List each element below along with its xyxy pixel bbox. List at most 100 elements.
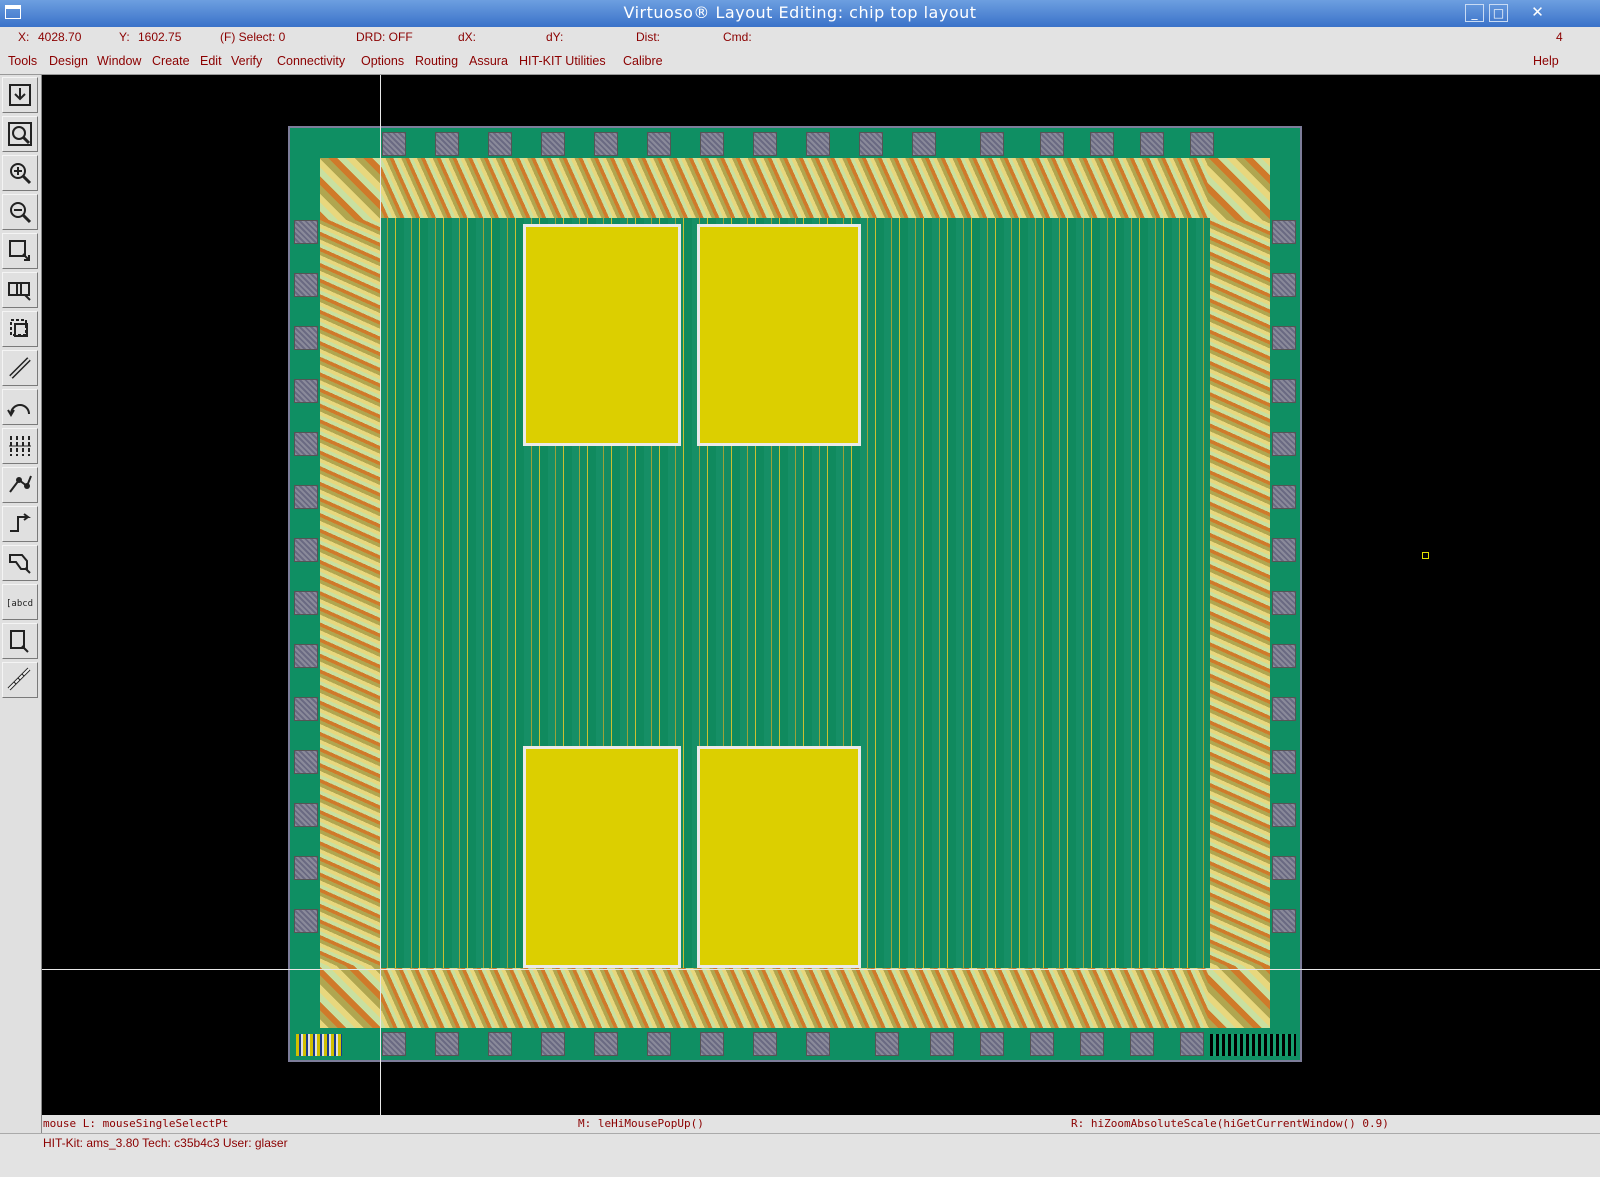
- bond-pad: [930, 1032, 954, 1056]
- window-number: 4: [1556, 30, 1563, 44]
- cursor-crosshair-vertical: [380, 75, 381, 1139]
- bond-pad: [1272, 697, 1296, 721]
- instance-icon[interactable]: [2, 623, 38, 659]
- properties-icon[interactable]: [2, 467, 38, 503]
- info-bar: HIT-Kit: ams_3.80 Tech: c35b4c3 User: gl…: [0, 1133, 1600, 1177]
- memory-macro[interactable]: [523, 746, 681, 968]
- bond-pad: [294, 485, 318, 509]
- menu-help[interactable]: Help: [1533, 54, 1559, 68]
- chip-logo: [296, 1034, 342, 1056]
- corner-structure: [1210, 1034, 1296, 1056]
- copy-icon[interactable]: [2, 272, 38, 308]
- bond-pad: [1272, 591, 1296, 615]
- bond-pad: [753, 132, 777, 156]
- menu-design[interactable]: Design: [49, 54, 88, 68]
- bond-pad: [1272, 750, 1296, 774]
- label-tool-text: [abcd]: [7, 599, 33, 609]
- x-label: X:: [18, 30, 30, 44]
- bond-pad: [1272, 644, 1296, 668]
- bond-pad: [647, 1032, 671, 1056]
- bond-pad: [806, 1032, 830, 1056]
- polygon-icon[interactable]: [2, 545, 38, 581]
- bond-pad: [294, 326, 318, 350]
- memory-macro[interactable]: [697, 746, 861, 968]
- bond-pad: [1272, 803, 1296, 827]
- select-count: (F) Select: 0: [220, 30, 286, 44]
- chip-layout[interactable]: [288, 126, 1302, 1062]
- bond-pad: [541, 1032, 565, 1056]
- bond-pad: [1040, 132, 1064, 156]
- minimize-icon[interactable]: _: [1465, 4, 1484, 22]
- menu-connectivity[interactable]: Connectivity: [277, 54, 345, 68]
- bond-pad: [647, 132, 671, 156]
- bond-pad: [1130, 1032, 1154, 1056]
- bond-pad: [1272, 220, 1296, 244]
- bond-pad: [294, 273, 318, 297]
- bond-pad: [1180, 1032, 1204, 1056]
- mouse-right-binding: R: hiZoomAbsoluteScale(hiGetCurrentWindo…: [1071, 1117, 1389, 1130]
- stretch-icon[interactable]: [2, 233, 38, 269]
- cursor-crosshair-horizontal: [42, 969, 1600, 970]
- coordinate-status-bar: X: 4028.70 Y: 1602.75 (F) Select: 0 DRD:…: [0, 27, 1600, 49]
- cmd-readout: Cmd:: [723, 30, 752, 44]
- bond-pad: [1272, 432, 1296, 456]
- bond-pad: [980, 1032, 1004, 1056]
- bond-pad: [1272, 909, 1296, 933]
- menu-calibre[interactable]: Calibre: [623, 54, 663, 68]
- bond-pad: [294, 432, 318, 456]
- bond-pad: [294, 697, 318, 721]
- zoom-in-icon[interactable]: [2, 155, 38, 191]
- bond-pad: [1140, 132, 1164, 156]
- y-value: 1602.75: [138, 30, 182, 44]
- bond-pad: [294, 803, 318, 827]
- bond-pad: [294, 644, 318, 668]
- menu-routing[interactable]: Routing: [415, 54, 458, 68]
- title-bar: Virtuoso® Layout Editing: chip top layou…: [0, 0, 1600, 27]
- bond-pad: [294, 538, 318, 562]
- bond-pad: [488, 1032, 512, 1056]
- bond-pad: [700, 132, 724, 156]
- label-icon[interactable]: [abcd]: [2, 584, 38, 620]
- bond-pad: [806, 132, 830, 156]
- zoom-out-icon[interactable]: [2, 194, 38, 230]
- bond-pad: [700, 1032, 724, 1056]
- left-toolbar: [abcd]: [0, 75, 42, 1139]
- menu-verify[interactable]: Verify: [231, 54, 262, 68]
- hit-kit-info: HIT-Kit: ams_3.80 Tech: c35b4c3 User: gl…: [43, 1136, 288, 1150]
- ruler-icon[interactable]: [2, 662, 38, 698]
- bond-pad: [1090, 132, 1114, 156]
- bond-pad: [382, 132, 406, 156]
- maximize-icon[interactable]: □: [1489, 4, 1508, 22]
- bond-pad: [1030, 1032, 1054, 1056]
- memory-macro[interactable]: [523, 224, 681, 446]
- drd-status: DRD: OFF: [356, 30, 413, 44]
- menu-edit[interactable]: Edit: [200, 54, 222, 68]
- wire-icon[interactable]: [2, 506, 38, 542]
- bond-pad: [1272, 856, 1296, 880]
- move-icon[interactable]: [2, 311, 38, 347]
- bond-pad: [294, 750, 318, 774]
- menu-window[interactable]: Window: [97, 54, 141, 68]
- menu-assura[interactable]: Assura: [469, 54, 508, 68]
- bond-pad: [294, 379, 318, 403]
- fit-view-icon[interactable]: [2, 116, 38, 152]
- save-icon[interactable]: [2, 77, 38, 113]
- bond-pad: [980, 132, 1004, 156]
- dx-readout: dX:: [458, 30, 477, 44]
- bond-pad: [435, 1032, 459, 1056]
- bond-pad: [875, 1032, 899, 1056]
- bond-pad: [1272, 273, 1296, 297]
- layout-canvas[interactable]: [42, 75, 1600, 1139]
- repeat-icon[interactable]: [2, 428, 38, 464]
- menu-create[interactable]: Create: [152, 54, 190, 68]
- bond-pad: [488, 132, 512, 156]
- undo-icon[interactable]: [2, 389, 38, 425]
- path-icon[interactable]: [2, 350, 38, 386]
- memory-macro[interactable]: [697, 224, 861, 446]
- menu-tools[interactable]: Tools: [8, 54, 37, 68]
- menu-hit-kit-utilities[interactable]: HIT-KIT Utilities: [519, 54, 606, 68]
- menu-options[interactable]: Options: [361, 54, 404, 68]
- close-icon[interactable]: ✕: [1528, 4, 1547, 22]
- bond-pad: [294, 220, 318, 244]
- bond-pad: [1272, 379, 1296, 403]
